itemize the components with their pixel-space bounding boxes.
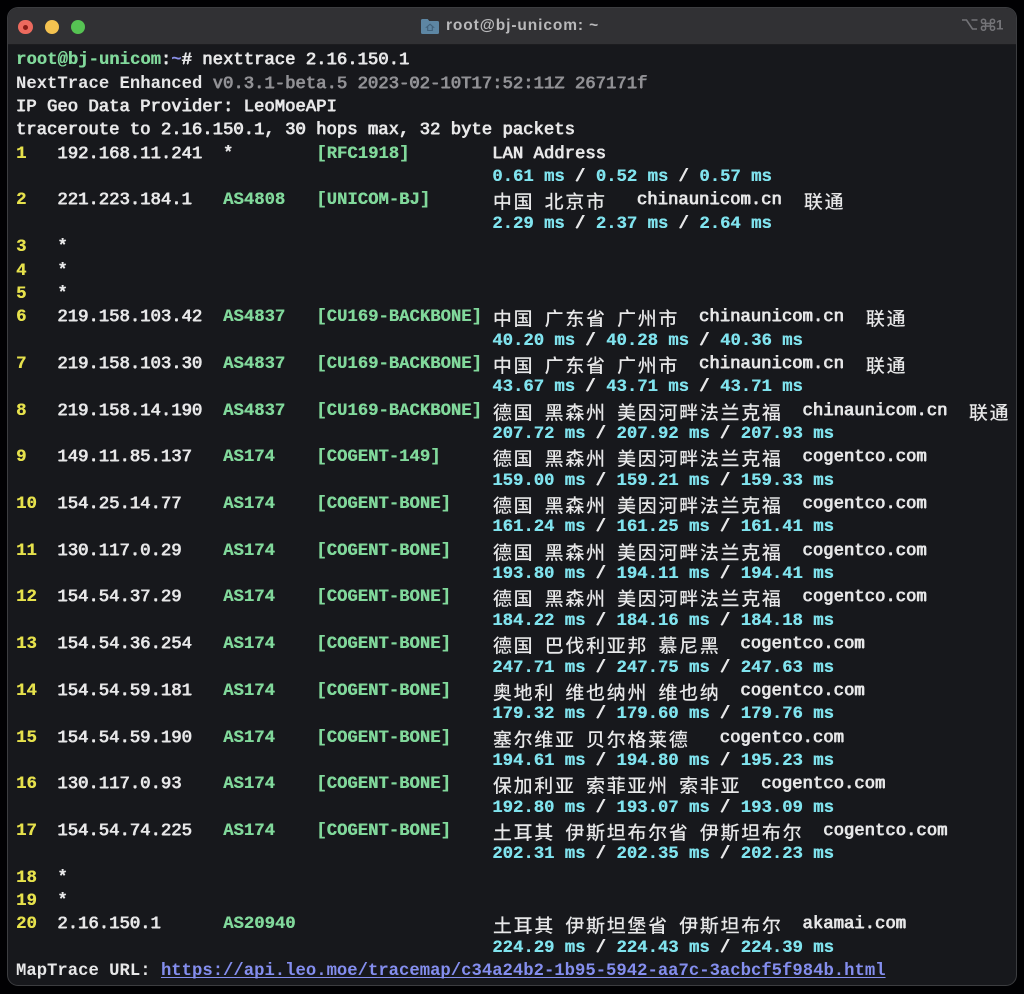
svg-text:1: 1 [996, 17, 1003, 32]
